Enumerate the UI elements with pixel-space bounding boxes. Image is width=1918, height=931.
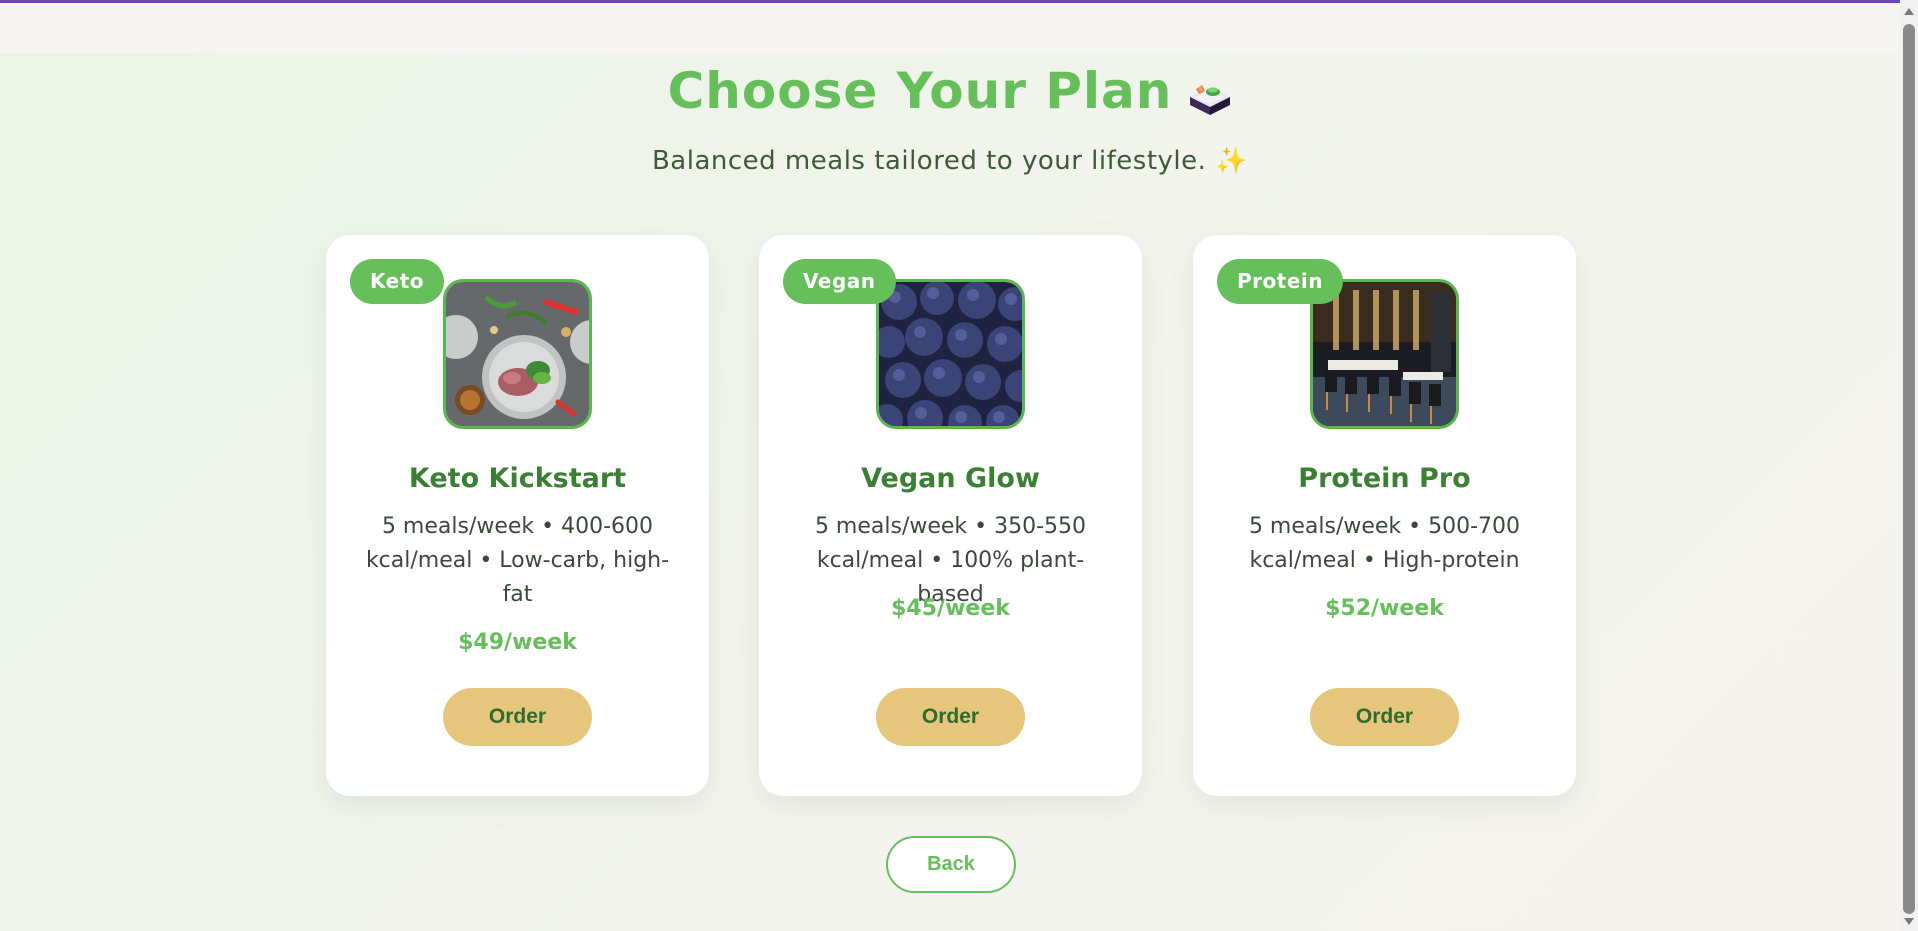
plan-name-protein: Protein Pro [1298,463,1471,494]
plan-card-vegan: Vegan Vegan Glow 5 meals/week • 350-550 … [759,235,1142,796]
order-button-vegan[interactable]: Order [876,688,1025,746]
back-button[interactable]: Back [886,836,1016,893]
scrollbar-thumb[interactable] [1903,24,1915,914]
plan-badge-protein: Protein [1217,259,1343,304]
plan-name-vegan: Vegan Glow [861,463,1040,494]
plan-image-keto [443,279,592,429]
plan-card-protein: Protein Protein Pro 5 meals/week • 500-7… [1193,235,1576,796]
bento-box-icon [1186,71,1232,115]
plan-card-keto: Keto Keto Kickstart 5 meals/week • 400-6… [326,235,709,796]
plan-price-vegan: $45/week [891,596,1010,621]
plan-description-keto: 5 meals/week • 400-600 kcal/meal • Low-c… [365,514,670,607]
vertical-scrollbar[interactable] [1900,0,1918,931]
plan-badge-vegan: Vegan [783,259,896,304]
scroll-up-arrow-icon[interactable] [1904,8,1914,15]
plan-price-protein: $52/week [1325,596,1444,621]
scroll-down-arrow-icon[interactable] [1904,918,1914,925]
page-title: Choose Your Plan [0,62,1900,120]
order-button-keto[interactable]: Order [443,688,592,746]
plan-badge-keto: Keto [350,259,445,304]
page-title-text: Choose Your Plan [667,62,1173,120]
plan-name-keto: Keto Kickstart [408,463,627,494]
order-button-protein[interactable]: Order [1310,688,1459,746]
plan-image-vegan [876,279,1025,429]
plan-description-protein: 5 meals/week • 500-700 kcal/meal • High-… [1248,514,1521,573]
plan-price-keto: $49/week [458,630,577,655]
page-subtitle: Balanced meals tailored to your lifestyl… [651,146,1249,176]
top-strip [0,3,1900,53]
plan-image-protein [1310,279,1459,429]
